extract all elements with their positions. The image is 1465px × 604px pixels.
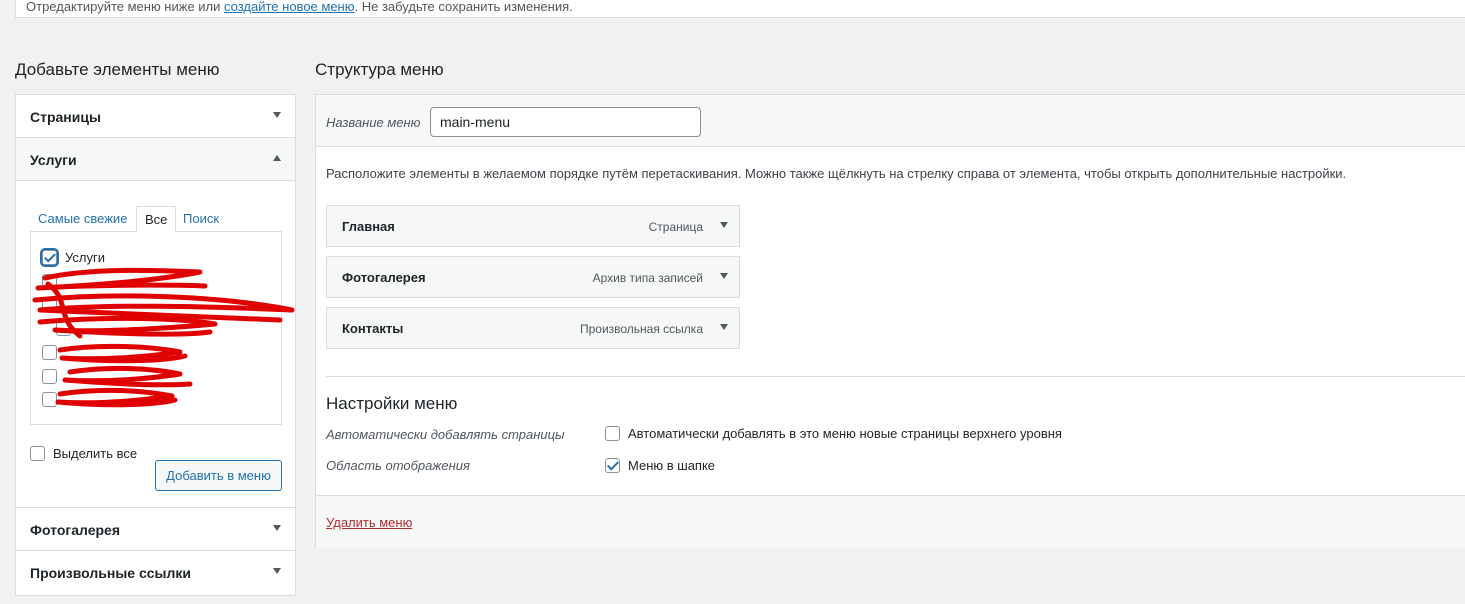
- list-item[interactable]: [42, 389, 65, 409]
- header-menu-text: Меню в шапке: [628, 458, 716, 473]
- service-checkbox[interactable]: [42, 249, 57, 265]
- accordion-gallery-label: Фотогалерея: [30, 522, 120, 538]
- chevron-down-icon[interactable]: [720, 324, 728, 330]
- menu-structure-panel: Название меню Расположите элементы в жел…: [315, 94, 1465, 548]
- menu-item-title: Контакты: [342, 321, 404, 336]
- accordion-custom-links[interactable]: Произвольные ссылки: [16, 551, 295, 594]
- service-label: Услуги: [65, 249, 105, 265]
- notice-text-end: . Не забудьте сохранить изменения.: [354, 0, 573, 14]
- notice-text: Отредактируйте меню ниже или: [26, 0, 225, 14]
- menu-item-home[interactable]: Главная Страница: [326, 205, 740, 247]
- menu-name-input[interactable]: [430, 107, 701, 137]
- chevron-up-icon: [273, 155, 281, 161]
- service-checkbox[interactable]: [42, 391, 57, 407]
- select-all-row[interactable]: Выделить все: [30, 443, 137, 463]
- add-to-menu-button[interactable]: Добавить в меню: [155, 460, 282, 491]
- header-menu-option[interactable]: Меню в шапке: [605, 458, 715, 473]
- accordion-pages[interactable]: Страницы: [16, 95, 295, 138]
- auto-add-pages-text: Автоматически добавлять в это меню новые…: [628, 426, 1062, 441]
- list-item[interactable]: Услуги: [42, 247, 105, 267]
- notice-bar: Отредактируйте меню ниже или создайте но…: [15, 0, 1465, 18]
- delete-menu-link[interactable]: Удалить меню: [326, 515, 412, 530]
- menu-settings-title: Настройки меню: [326, 394, 458, 413]
- service-checkbox[interactable]: [42, 368, 57, 384]
- menu-item-type: Страница: [648, 220, 703, 234]
- menu-name-bar: Название меню: [316, 95, 1465, 147]
- accordion-services-label: Услуги: [30, 152, 77, 168]
- list-item[interactable]: [42, 271, 65, 291]
- accordion-pages-label: Страницы: [30, 109, 101, 125]
- list-item[interactable]: [42, 366, 65, 386]
- instructions-text: Расположите элементы в желаемом порядке …: [326, 166, 1347, 181]
- tab-search[interactable]: Поиск: [175, 206, 227, 232]
- menu-name-label: Название меню: [326, 115, 421, 130]
- select-all-checkbox[interactable]: [30, 445, 45, 461]
- service-checkbox[interactable]: [42, 344, 57, 360]
- service-checkbox[interactable]: [42, 273, 57, 289]
- service-checkbox[interactable]: [42, 296, 57, 312]
- tab-recent[interactable]: Самые свежие: [30, 206, 135, 232]
- services-accordion-body: Самые свежие Все Поиск Услуги Выделить в…: [16, 181, 295, 508]
- services-checklist: Услуги: [30, 231, 282, 425]
- menu-item-contacts[interactable]: Контакты Произвольная ссылка: [326, 307, 740, 349]
- service-checkbox[interactable]: [56, 320, 71, 336]
- chevron-down-icon: [273, 525, 281, 531]
- menu-structure-title: Структура меню: [315, 60, 444, 79]
- display-location-label: Область отображения: [326, 458, 470, 473]
- accordion-custom-links-label: Произвольные ссылки: [30, 565, 191, 581]
- add-menu-items-title: Добавьте элементы меню: [15, 60, 220, 79]
- menu-item-title: Главная: [342, 219, 395, 234]
- chevron-down-icon[interactable]: [720, 222, 728, 228]
- divider: [326, 376, 1465, 377]
- auto-add-pages-label: Автоматически добавлять страницы: [326, 427, 565, 442]
- list-item[interactable]: [56, 318, 79, 338]
- accordion-gallery[interactable]: Фотогалерея: [16, 508, 295, 551]
- chevron-down-icon: [273, 568, 281, 574]
- chevron-down-icon[interactable]: [720, 273, 728, 279]
- menu-item-type: Архив типа записей: [592, 271, 703, 285]
- auto-add-pages-checkbox[interactable]: [605, 426, 620, 441]
- list-item[interactable]: [42, 294, 65, 314]
- menu-item-type: Произвольная ссылка: [579, 322, 703, 336]
- list-item[interactable]: [42, 342, 65, 362]
- menu-footer-bar: Удалить меню: [316, 495, 1465, 548]
- create-new-menu-link[interactable]: создайте новое меню: [224, 0, 354, 14]
- accordion-services[interactable]: Услуги: [16, 138, 295, 181]
- menu-item-title: Фотогалерея: [342, 270, 426, 285]
- tab-all[interactable]: Все: [136, 206, 177, 232]
- add-menu-items-panel: Страницы Услуги Самые свежие Все Поиск У…: [15, 94, 296, 596]
- menu-item-gallery[interactable]: Фотогалерея Архив типа записей: [326, 256, 740, 298]
- chevron-down-icon: [273, 112, 281, 118]
- select-all-label: Выделить все: [53, 445, 138, 461]
- auto-add-pages-option[interactable]: Автоматически добавлять в это меню новые…: [605, 426, 1062, 441]
- header-menu-checkbox[interactable]: [605, 458, 620, 473]
